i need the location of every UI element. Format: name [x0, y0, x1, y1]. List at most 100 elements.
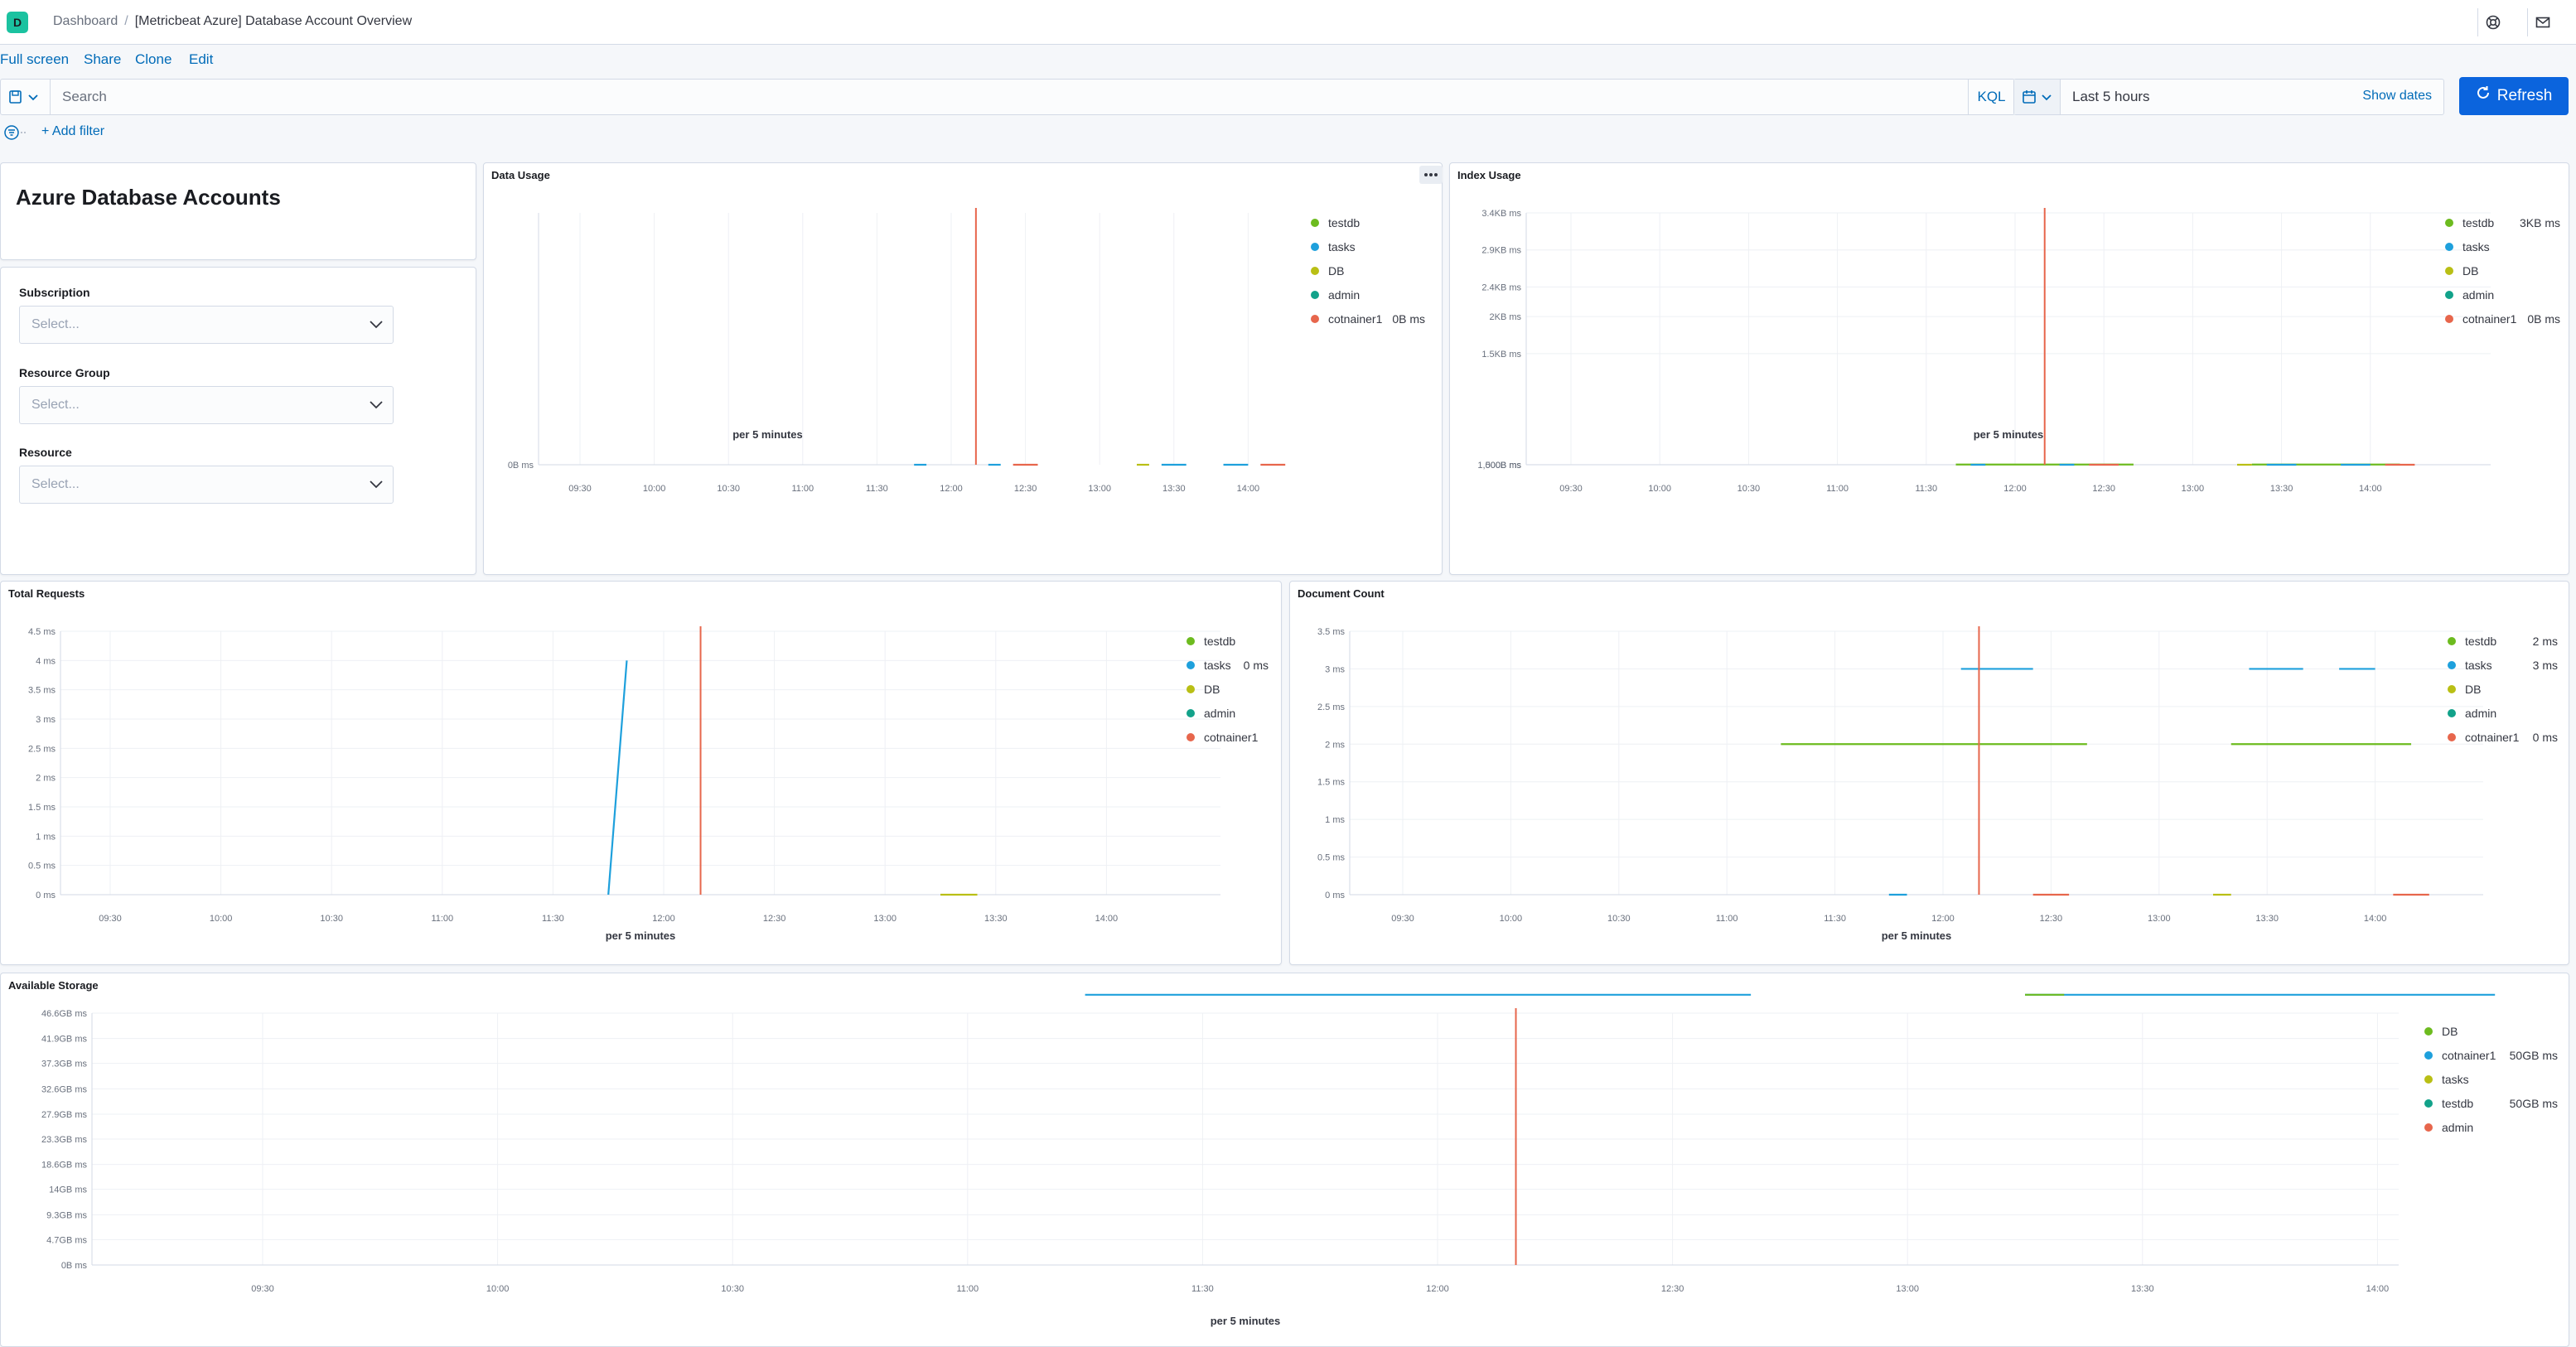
markdown-panel: Azure Database Accounts [0, 162, 476, 260]
search-input[interactable] [52, 80, 1958, 114]
legend-label: cotnainer1 [2442, 1049, 2496, 1062]
y-tick-label: 0B ms [508, 461, 534, 471]
mail-icon[interactable] [2527, 8, 2557, 36]
x-tick-label: 12:00 [1931, 914, 1955, 924]
breadcrumb-dashboard[interactable]: Dashboard [53, 14, 118, 28]
x-tick-label: 11:00 [1826, 484, 1849, 494]
help-icon[interactable] [2477, 8, 2507, 36]
legend-dot [1311, 243, 1319, 251]
legend-dot [1311, 267, 1319, 275]
x-tick-label: 13:30 [2131, 1284, 2154, 1294]
resource-label: Resource [19, 446, 72, 459]
legend-dot [1311, 219, 1319, 227]
space-avatar[interactable]: D [7, 12, 28, 33]
x-tick-label: 12:00 [1426, 1284, 1449, 1294]
calendar-icon [2023, 90, 2052, 104]
legend-label: admin [1204, 707, 1235, 720]
y-tick-label: 14GB ms [49, 1185, 87, 1195]
x-tick-label: 10:00 [643, 484, 666, 494]
x-tick-label: 13:00 [2148, 914, 2171, 924]
full-screen-link[interactable]: Full screen [0, 51, 69, 68]
y-tick-label: 23.3GB ms [41, 1135, 88, 1145]
y-tick-label: 2.5 ms [1317, 702, 1346, 712]
y-tick-label: 3.5 ms [28, 686, 56, 696]
y-tick-label: 2KB ms [1489, 312, 1521, 322]
x-tick-label: 12:00 [940, 484, 963, 494]
chevron-down-icon [370, 401, 383, 409]
legend-dot [1187, 709, 1195, 717]
x-axis-title: per 5 minutes [1882, 929, 1952, 942]
legend-dot [1311, 315, 1319, 323]
legend-label: testdb [2462, 216, 2494, 229]
x-tick-label: 13:30 [984, 914, 1008, 924]
x-axis-title: per 5 minutes [606, 929, 676, 942]
legend-value: 0B ms [1392, 312, 1425, 326]
quick-select-button[interactable] [2014, 80, 2061, 114]
legend-value: 0 ms [1244, 659, 1269, 672]
x-tick-label: 14:00 [1237, 484, 1260, 494]
legend-label: tasks [1204, 659, 1231, 672]
resource-select[interactable]: Select... [19, 466, 394, 504]
y-tick-label: 3.5 ms [1317, 627, 1346, 637]
y-tick-label: 3 ms [36, 715, 56, 725]
legend-label: DB [2442, 1025, 2458, 1038]
resource-group-label: Resource Group [19, 366, 110, 379]
subscription-label: Subscription [19, 286, 90, 299]
y-tick-label: 3 ms [1325, 664, 1345, 674]
legend-value: 3KB ms [2520, 216, 2560, 229]
y-tick-label: 18.6GB ms [41, 1161, 88, 1171]
legend-dot [2445, 291, 2453, 299]
legend-value: 0 ms [2533, 731, 2558, 744]
resource-group-select[interactable]: Select... [19, 386, 394, 424]
legend-dot [2424, 1075, 2433, 1084]
x-tick-label: 11:30 [1915, 484, 1937, 494]
legend-label: DB [1204, 683, 1220, 696]
total-requests-panel: Total Requests 0 ms 0.5 ms 1 ms 1.5 ms 2 ms 2… [0, 581, 1282, 965]
legend-dot [2448, 733, 2456, 741]
show-dates-link[interactable]: Show dates [2362, 89, 2432, 104]
x-tick-label: 12:30 [1661, 1284, 1684, 1294]
share-link[interactable]: Share [84, 51, 121, 68]
x-tick-label: 13:00 [1088, 484, 1111, 494]
legend-dot [2445, 315, 2453, 323]
legend-dot [2445, 243, 2453, 251]
panel-markdown-title: Azure Database Accounts [16, 185, 281, 210]
x-tick-label: 14:00 [2364, 914, 2387, 924]
add-filter-link[interactable]: + Add filter [41, 124, 104, 139]
data-usage-panel: Data Usage 0B ms 09:30 10:00 10:30 11:00 11:3… [483, 162, 1443, 575]
x-tick-label: 09:30 [1559, 484, 1583, 494]
clone-link[interactable]: Clone [135, 51, 172, 68]
legend-dot [2448, 685, 2456, 693]
saved-query-button[interactable] [1, 80, 51, 114]
subscription-select[interactable]: Select... [19, 306, 394, 344]
refresh-button[interactable]: Refresh [2459, 77, 2569, 115]
x-tick-label: 11:30 [866, 484, 888, 494]
filter-options-icon[interactable] [3, 124, 28, 141]
save-icon [9, 90, 38, 104]
y-tick-label: 32.6GB ms [41, 1084, 88, 1094]
legend-label: DB [1328, 264, 1344, 278]
y-tick-label: 1.5 ms [28, 803, 56, 813]
y-tick-label: 41.9GB ms [41, 1035, 88, 1045]
x-tick-label: 14:00 [1095, 914, 1119, 924]
subscription-placeholder: Select... [31, 317, 80, 331]
index-usage-chart: 0B ms500B ms1,000B ms1.5KB ms2KB ms2.4KB… [1477, 208, 2560, 494]
date-range-text[interactable]: Last 5 hours [2072, 89, 2150, 105]
legend-label: tasks [2465, 659, 2492, 672]
x-tick-label: 13:00 [873, 914, 897, 924]
y-tick-label: 0 ms [1325, 891, 1345, 900]
edit-link[interactable]: Edit [189, 51, 213, 68]
legend-dot [1187, 733, 1195, 741]
x-tick-label: 11:00 [431, 914, 453, 924]
resource-placeholder: Select... [31, 477, 80, 491]
kql-language-button[interactable]: KQL [1968, 80, 2014, 114]
y-tick-label: 4.7GB ms [46, 1235, 87, 1245]
x-tick-label: 10:00 [486, 1284, 510, 1294]
available-storage-chart: 0B ms 4.7GB ms 9.3GB ms 14GB ms 18.6GB ms 23.… [41, 993, 2558, 1327]
document-count-chart: 0 ms 0.5 ms 1 ms 1.5 ms 2 ms 2.5 ms 3 ms 3.5 ms… [1317, 626, 2558, 942]
x-tick-label: 09:30 [1391, 914, 1414, 924]
legend-value: 50GB ms [2510, 1097, 2558, 1110]
y-tick-label: 1 ms [1325, 815, 1345, 825]
legend-dot [2424, 1099, 2433, 1108]
x-tick-label: 09:30 [568, 484, 592, 494]
